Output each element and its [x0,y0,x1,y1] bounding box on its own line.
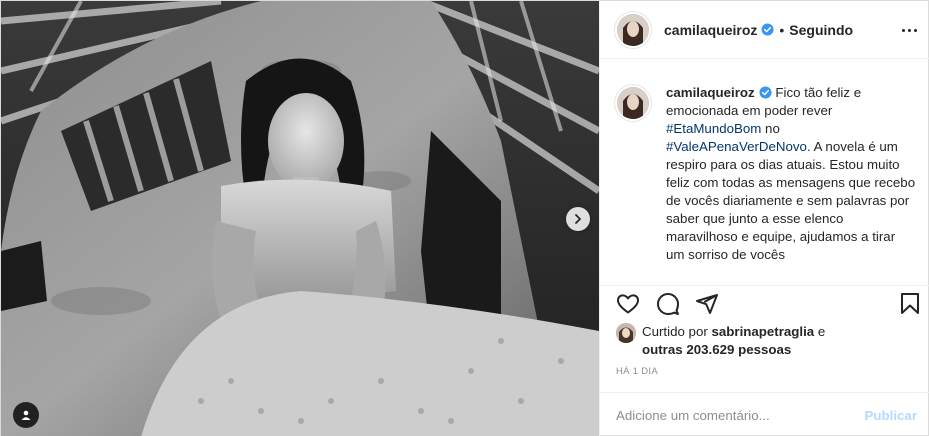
paper-plane-icon [696,294,718,314]
likes-connector: e [814,324,826,339]
caption-text: camilaqueiroz Fico tão feliz e emocionad… [666,84,916,285]
post-photo-image [1,1,599,436]
comment-input[interactable] [616,407,865,423]
likes-prefix: Curtido por [642,324,712,339]
post-timestamp[interactable]: HÁ 1 DIA [616,366,658,377]
bookmark-icon [901,293,919,314]
hashtag-link-valeapenaverdenovo[interactable]: #ValeAPenaVerDeNovo [666,139,807,154]
profile-photo-icon [616,323,636,343]
post-actions [600,285,929,325]
comment-button[interactable] [654,290,682,318]
share-button[interactable] [693,290,721,318]
caption-author-avatar[interactable] [614,84,652,122]
chevron-right-icon [575,214,581,224]
next-photo-button[interactable] [566,207,590,231]
author-username[interactable]: camilaqueiroz [664,22,757,38]
author-avatar[interactable] [614,10,652,49]
save-button[interactable] [896,290,924,318]
verified-badge-icon [759,86,772,99]
more-options-button[interactable] [899,21,919,39]
tagged-users-button[interactable] [13,402,39,428]
caption-body-2: no [761,121,780,136]
post-photo[interactable] [1,1,599,436]
separator-dot: • [779,21,785,38]
post-caption: camilaqueiroz Fico tão feliz e emocionad… [600,60,929,285]
liker-username[interactable]: sabrinapetraglia [711,324,814,339]
likes-summary: Curtido por sabrinapetraglia e outras 20… [616,323,916,359]
post-side-panel: camilaqueiroz • Seguindo camilaqueiroz F… [599,1,929,436]
publish-comment-button[interactable]: Publicar [865,408,917,423]
profile-photo-icon [617,87,649,119]
profile-photo-icon [617,13,649,46]
like-button[interactable] [614,290,642,318]
instagram-post: camilaqueiroz • Seguindo camilaqueiroz F… [0,0,929,436]
liker-avatar[interactable] [616,323,636,343]
more-options-icon [901,28,905,32]
likes-count-link[interactable]: outras 203.629 pessoas [642,342,791,357]
comment-bar: Publicar [600,392,929,436]
caption-username[interactable]: camilaqueiroz [666,85,755,100]
verified-badge-icon [761,23,774,36]
user-tag-icon [21,410,31,420]
comment-bubble-icon [657,293,679,315]
likes-text: Curtido por sabrinapetraglia e outras 20… [642,323,825,359]
post-header: camilaqueiroz • Seguindo [600,1,929,59]
following-button[interactable]: Seguindo [789,22,853,38]
heart-icon [617,294,639,314]
caption-body-3: . A novela é um respiro para os dias atu… [666,139,916,262]
hashtag-link-etamundobom[interactable]: #EtaMundoBom [666,121,761,136]
